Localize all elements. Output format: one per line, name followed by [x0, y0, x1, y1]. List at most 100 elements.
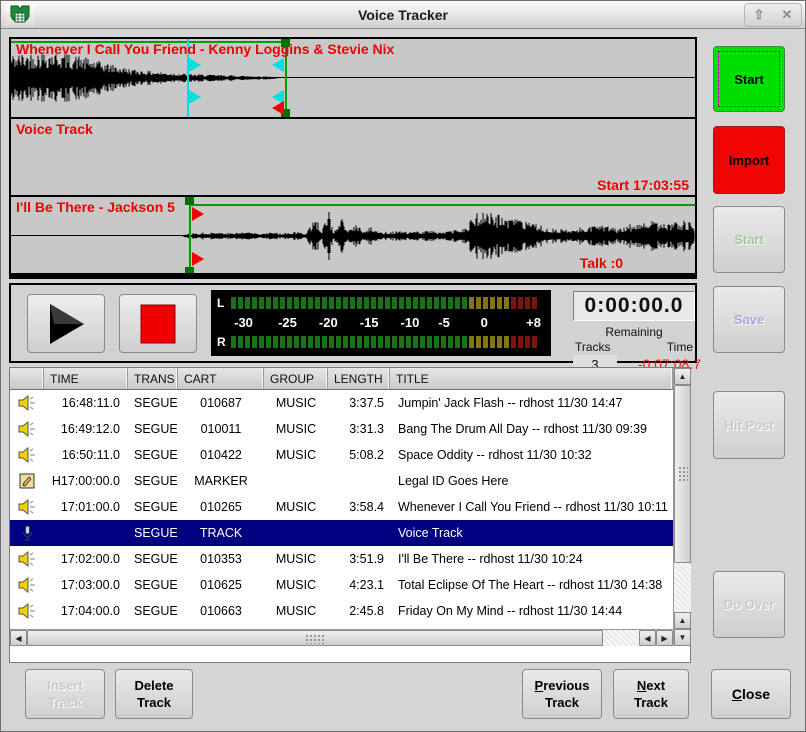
log-row[interactable]: 16:48:11.0SEGUE010687MUSIC3:37.5Jumpin' …: [10, 390, 673, 416]
column-header-cart[interactable]: CART: [178, 368, 264, 389]
track2-marker-bottom-handle-icon[interactable]: [185, 267, 194, 273]
track2-start-upper-handle-icon[interactable]: [192, 207, 204, 221]
track2-marker-top-handle-icon[interactable]: [185, 197, 194, 205]
meter-tick-label: -25: [278, 315, 297, 330]
track1-waveform-panel[interactable]: Whenever I Call You Friend - Kenny Loggi…: [11, 39, 695, 117]
previous-track-button[interactable]: Previous Track: [522, 669, 602, 719]
cell-group: MUSIC: [264, 396, 328, 410]
cell-length: 5:08.2: [328, 448, 390, 462]
cell-length: 3:37.5: [328, 396, 390, 410]
stop-button[interactable]: [119, 294, 197, 353]
log-row[interactable]: 17:04:00.0SEGUE010663MUSIC2:45.8Friday O…: [10, 598, 673, 624]
cell-cart: TRACK: [178, 526, 264, 540]
cell-title: Whenever I Call You Friend -- rdhost 11/…: [390, 500, 673, 514]
mic-icon: [10, 525, 44, 542]
segue-marker-top-handle-icon[interactable]: [281, 39, 290, 47]
cell-group: MUSIC: [264, 604, 328, 618]
cell-cart: 010687: [178, 396, 264, 410]
vertical-scrollbar: ▲ ▲ ▼: [673, 368, 690, 646]
track2-start-lower-handle-icon[interactable]: [192, 252, 204, 266]
cell-time: 16:50:11.0: [44, 448, 128, 462]
column-header-length[interactable]: LENGTH: [328, 368, 390, 389]
cell-time: 17:03:00.0: [44, 578, 128, 592]
elapsed-time-display: 0:00:00.0: [573, 291, 695, 321]
next-track-button[interactable]: Next Track: [613, 669, 689, 719]
meter-tick-label: -20: [319, 315, 338, 330]
app-logo-icon: [5, 3, 35, 27]
log-row[interactable]: 16:49:12.0SEGUE010011MUSIC3:31.3Bang The…: [10, 416, 673, 442]
stop-icon: [140, 304, 176, 344]
play-button[interactable]: [27, 294, 105, 353]
track2-overlap-line: [189, 204, 695, 206]
close-window-button[interactable]: ✕: [782, 7, 793, 23]
import-button[interactable]: Import: [713, 126, 785, 194]
vscroll-up-button[interactable]: ▲: [674, 368, 691, 385]
log-row[interactable]: H17:00:00.0SEGUEMARKERLegal ID Goes Here: [10, 468, 673, 494]
cell-title: Friday On My Mind -- rdhost 11/30 14:44: [390, 604, 673, 618]
track2-waveform-panel[interactable]: I'll Be There - Jackson 5 Talk :0: [11, 195, 695, 273]
vscroll-up-button-2[interactable]: ▲: [674, 612, 691, 629]
log-row[interactable]: 17:02:00.0SEGUE010353MUSIC3:51.9I'll Be …: [10, 546, 673, 572]
remaining-label: Remaining: [567, 325, 701, 339]
cell-trans: SEGUE: [128, 474, 178, 488]
track2-start-marker-line[interactable]: [189, 197, 191, 273]
vscroll-down-button[interactable]: ▼: [674, 629, 691, 646]
log-row-selected[interactable]: SEGUETRACKVoice Track: [10, 520, 673, 546]
cell-time: 17:04:00.0: [44, 604, 128, 618]
meter-left-segments: [231, 297, 537, 309]
vscroll-thumb[interactable]: [674, 385, 691, 563]
horizontal-scrollbar: ◀ ◀ ▶: [10, 629, 673, 646]
cell-title: Total Eclipse Of The Heart -- rdhost 11/…: [390, 578, 673, 592]
delete-track-button[interactable]: DeleteTrack: [115, 669, 193, 719]
cell-cart: 010663: [178, 604, 264, 618]
speaker-icon: [10, 499, 44, 515]
meter-tick-label: +8: [526, 315, 541, 330]
window-controls: ⇧ ✕: [744, 3, 802, 27]
voicetrack-start-time: Start 17:03:55: [597, 177, 689, 193]
cell-trans: SEGUE: [128, 578, 178, 592]
hscroll-track[interactable]: [603, 630, 639, 646]
column-header-time[interactable]: TIME: [44, 368, 128, 389]
transport-controls: L -30-25-20-15-10-50+8 R 0:00:00.0 Remai…: [9, 283, 697, 363]
column-header-trans[interactable]: TRANS: [128, 368, 178, 389]
track1-fade-handle-icon[interactable]: [272, 101, 284, 115]
close-button[interactable]: Close: [711, 669, 791, 719]
log-row[interactable]: 17:03:00.0SEGUE010625MUSIC4:23.1Total Ec…: [10, 572, 673, 598]
start-record-button[interactable]: Start: [713, 46, 785, 112]
column-header-icon[interactable]: [10, 368, 44, 389]
talk-marker-lower-handle-icon[interactable]: [189, 90, 201, 104]
speaker-icon: [10, 577, 44, 593]
cell-group: MUSIC: [264, 500, 328, 514]
cell-length: 3:58.4: [328, 500, 390, 514]
column-header-title[interactable]: TITLE: [390, 368, 673, 389]
remaining-time-label: Time: [667, 340, 693, 354]
talk-marker-upper-handle-icon[interactable]: [189, 58, 201, 72]
cell-title: Bang The Drum All Day -- rdhost 11/30 09…: [390, 422, 673, 436]
cell-trans: SEGUE: [128, 422, 178, 436]
track2-title: I'll Be There - Jackson 5: [16, 199, 175, 215]
cell-time: H17:00:00.0: [44, 474, 128, 488]
cell-trans: SEGUE: [128, 552, 178, 566]
insert-track-button: InsertTrack: [25, 669, 105, 719]
hscroll-left-button-2[interactable]: ◀: [639, 630, 656, 646]
shade-window-button[interactable]: ⇧: [754, 7, 765, 23]
cell-group: MUSIC: [264, 578, 328, 592]
log-row[interactable]: 16:50:11.0SEGUE010422MUSIC5:08.2Space Od…: [10, 442, 673, 468]
cell-trans: SEGUE: [128, 500, 178, 514]
hit-post-button: Hit Post: [713, 391, 785, 459]
log-header-row: TIMETRANSCARTGROUPLENGTHTITLE: [10, 368, 673, 390]
titlebar[interactable]: Voice Tracker ⇧ ✕: [1, 1, 805, 29]
column-header-group[interactable]: GROUP: [264, 368, 328, 389]
log-table: TIMETRANSCARTGROUPLENGTHTITLE 16:48:11.0…: [9, 367, 691, 663]
vscroll-track[interactable]: [674, 563, 691, 612]
start-next-button: Start: [713, 206, 785, 273]
hscroll-right-button[interactable]: ▶: [656, 630, 673, 646]
cell-length: 3:51.9: [328, 552, 390, 566]
hscroll-thumb[interactable]: [27, 630, 603, 646]
voicetrack-panel[interactable]: Voice Track Start 17:03:55: [11, 117, 695, 195]
log-row[interactable]: 17:01:00.0SEGUE010265MUSIC3:58.4Whenever…: [10, 494, 673, 520]
hscroll-left-button[interactable]: ◀: [10, 630, 27, 646]
cell-time: 17:02:00.0: [44, 552, 128, 566]
voicetrack-title: Voice Track: [16, 121, 93, 137]
track1-cyan-end-upper-icon[interactable]: [272, 58, 284, 72]
